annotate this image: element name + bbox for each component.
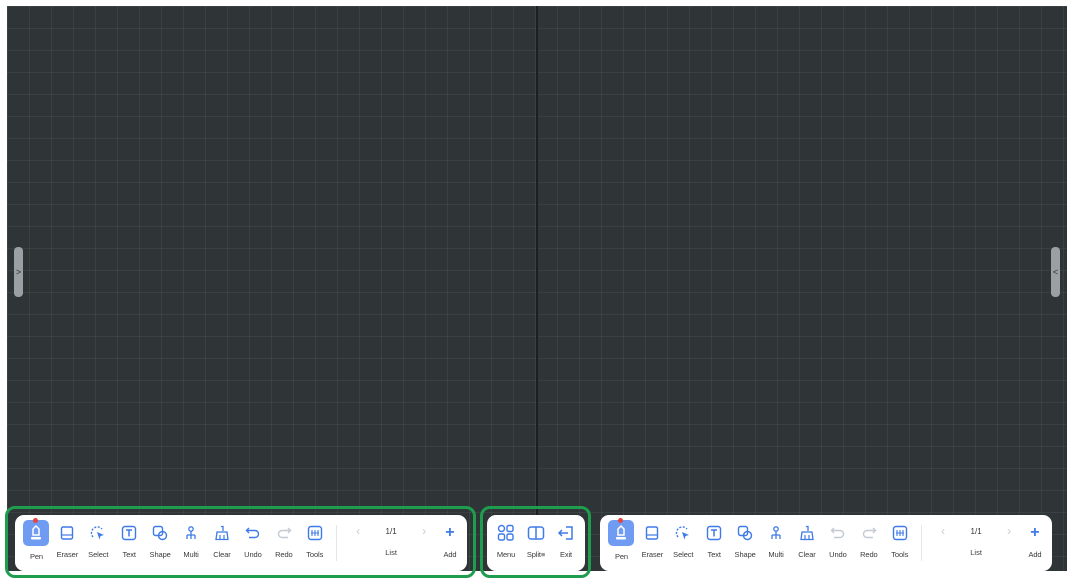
undo-label: Undo bbox=[244, 550, 262, 559]
multi-tool-button[interactable]: Multi bbox=[176, 515, 207, 571]
page-list: ‹ 1/1 › List bbox=[928, 515, 1024, 571]
select-tool-button[interactable]: Select bbox=[668, 515, 699, 571]
add-page-button[interactable]: + Add bbox=[1024, 515, 1046, 571]
text-icon bbox=[703, 522, 725, 544]
exit-label: Exit bbox=[559, 550, 573, 559]
chevron-right-icon: > bbox=[15, 266, 22, 277]
pen-tool-button[interactable]: Pen bbox=[606, 515, 637, 571]
right-toolbar: Pen Eraser Select Text Shape Multi Clear… bbox=[600, 515, 1052, 571]
prev-page-icon[interactable]: ‹ bbox=[936, 524, 950, 538]
clear-tool-button[interactable]: Clear bbox=[792, 515, 823, 571]
clear-tool-button[interactable]: Clear bbox=[207, 515, 238, 571]
pen-tool-label: Pen bbox=[29, 552, 43, 561]
next-page-icon[interactable]: › bbox=[417, 524, 431, 538]
redo-button[interactable]: Redo bbox=[853, 515, 884, 571]
redo-icon bbox=[273, 522, 295, 544]
clear-icon bbox=[211, 522, 233, 544]
multi-icon bbox=[180, 522, 202, 544]
tools-icon bbox=[304, 522, 326, 544]
multi-tool-button[interactable]: Multi bbox=[761, 515, 792, 571]
undo-label: Undo bbox=[829, 550, 847, 559]
next-page-icon[interactable]: › bbox=[1002, 524, 1016, 538]
pen-tool-button[interactable]: Pen bbox=[21, 515, 52, 571]
text-tool-label: Text bbox=[707, 550, 721, 559]
select-icon bbox=[87, 522, 109, 544]
chevron-left-icon: < bbox=[1052, 266, 1059, 277]
whiteboard-canvas[interactable]: > < bbox=[7, 6, 1067, 571]
multi-tool-label: Multi bbox=[768, 550, 784, 559]
redo-label: Redo bbox=[860, 550, 878, 559]
list-label[interactable]: List bbox=[385, 548, 397, 557]
select-tool-label: Select bbox=[673, 550, 694, 559]
split-screen-button[interactable]: Split≡ bbox=[521, 515, 551, 571]
eraser-icon bbox=[641, 522, 663, 544]
clear-tool-label: Clear bbox=[213, 550, 231, 559]
undo-icon bbox=[827, 522, 849, 544]
tools-icon bbox=[889, 522, 911, 544]
multi-icon bbox=[765, 522, 787, 544]
multi-tool-label: Multi bbox=[183, 550, 199, 559]
add-page-label: Add bbox=[1028, 550, 1042, 559]
toolbar-separator bbox=[336, 525, 338, 561]
undo-button[interactable]: Undo bbox=[237, 515, 268, 571]
add-page-label: Add bbox=[443, 550, 457, 559]
pen-tool-label: Pen bbox=[614, 552, 628, 561]
left-panel-handle[interactable]: > bbox=[14, 247, 23, 297]
select-icon bbox=[672, 522, 694, 544]
eraser-icon bbox=[56, 522, 78, 544]
undo-icon bbox=[242, 522, 264, 544]
text-tool-label: Text bbox=[122, 550, 136, 559]
eraser-tool-button[interactable]: Eraser bbox=[637, 515, 668, 571]
page-count[interactable]: 1/1 bbox=[386, 527, 397, 536]
middle-toolbar: Menu Split≡ Exit bbox=[487, 515, 585, 571]
shape-tool-label: Shape bbox=[149, 550, 171, 559]
split-screen-icon bbox=[525, 522, 547, 544]
page-list: ‹ 1/1 › List bbox=[343, 515, 439, 571]
shape-icon bbox=[734, 522, 756, 544]
clear-icon bbox=[796, 522, 818, 544]
undo-button[interactable]: Undo bbox=[822, 515, 853, 571]
exit-icon bbox=[555, 522, 577, 544]
redo-button[interactable]: Redo bbox=[268, 515, 299, 571]
plus-icon: + bbox=[1030, 524, 1040, 541]
redo-label: Redo bbox=[275, 550, 293, 559]
shape-icon bbox=[149, 522, 171, 544]
pen-icon bbox=[608, 520, 635, 546]
toolbar-separator bbox=[921, 525, 923, 561]
right-panel-handle[interactable]: < bbox=[1051, 247, 1060, 297]
text-tool-button[interactable]: Text bbox=[699, 515, 730, 571]
tools-button[interactable]: Tools bbox=[884, 515, 915, 571]
eraser-tool-button[interactable]: Eraser bbox=[52, 515, 83, 571]
exit-button[interactable]: Exit bbox=[551, 515, 581, 571]
page-count[interactable]: 1/1 bbox=[971, 527, 982, 536]
list-label[interactable]: List bbox=[970, 548, 982, 557]
shape-tool-button[interactable]: Shape bbox=[145, 515, 176, 571]
clear-tool-label: Clear bbox=[798, 550, 816, 559]
shape-tool-button[interactable]: Shape bbox=[730, 515, 761, 571]
pen-color-dot bbox=[33, 518, 38, 523]
split-screen-label: Split≡ bbox=[526, 550, 546, 559]
select-tool-label: Select bbox=[88, 550, 109, 559]
left-toolbar: Pen Eraser Select Text Shape Multi Clear… bbox=[15, 515, 467, 571]
pen-icon bbox=[23, 520, 50, 546]
add-page-button[interactable]: + Add bbox=[439, 515, 461, 571]
tools-label: Tools bbox=[891, 550, 909, 559]
text-icon bbox=[118, 522, 140, 544]
split-divider bbox=[536, 6, 538, 571]
redo-icon bbox=[858, 522, 880, 544]
text-tool-button[interactable]: Text bbox=[114, 515, 145, 571]
eraser-tool-label: Eraser bbox=[56, 550, 79, 559]
menu-label: Menu bbox=[496, 550, 516, 559]
tools-button[interactable]: Tools bbox=[299, 515, 330, 571]
pen-color-dot bbox=[618, 518, 623, 523]
plus-icon: + bbox=[445, 524, 455, 541]
shape-tool-label: Shape bbox=[734, 550, 756, 559]
select-tool-button[interactable]: Select bbox=[83, 515, 114, 571]
menu-button[interactable]: Menu bbox=[491, 515, 521, 571]
prev-page-icon[interactable]: ‹ bbox=[351, 524, 365, 538]
eraser-tool-label: Eraser bbox=[641, 550, 664, 559]
tools-label: Tools bbox=[306, 550, 324, 559]
menu-grid-icon bbox=[495, 522, 517, 544]
